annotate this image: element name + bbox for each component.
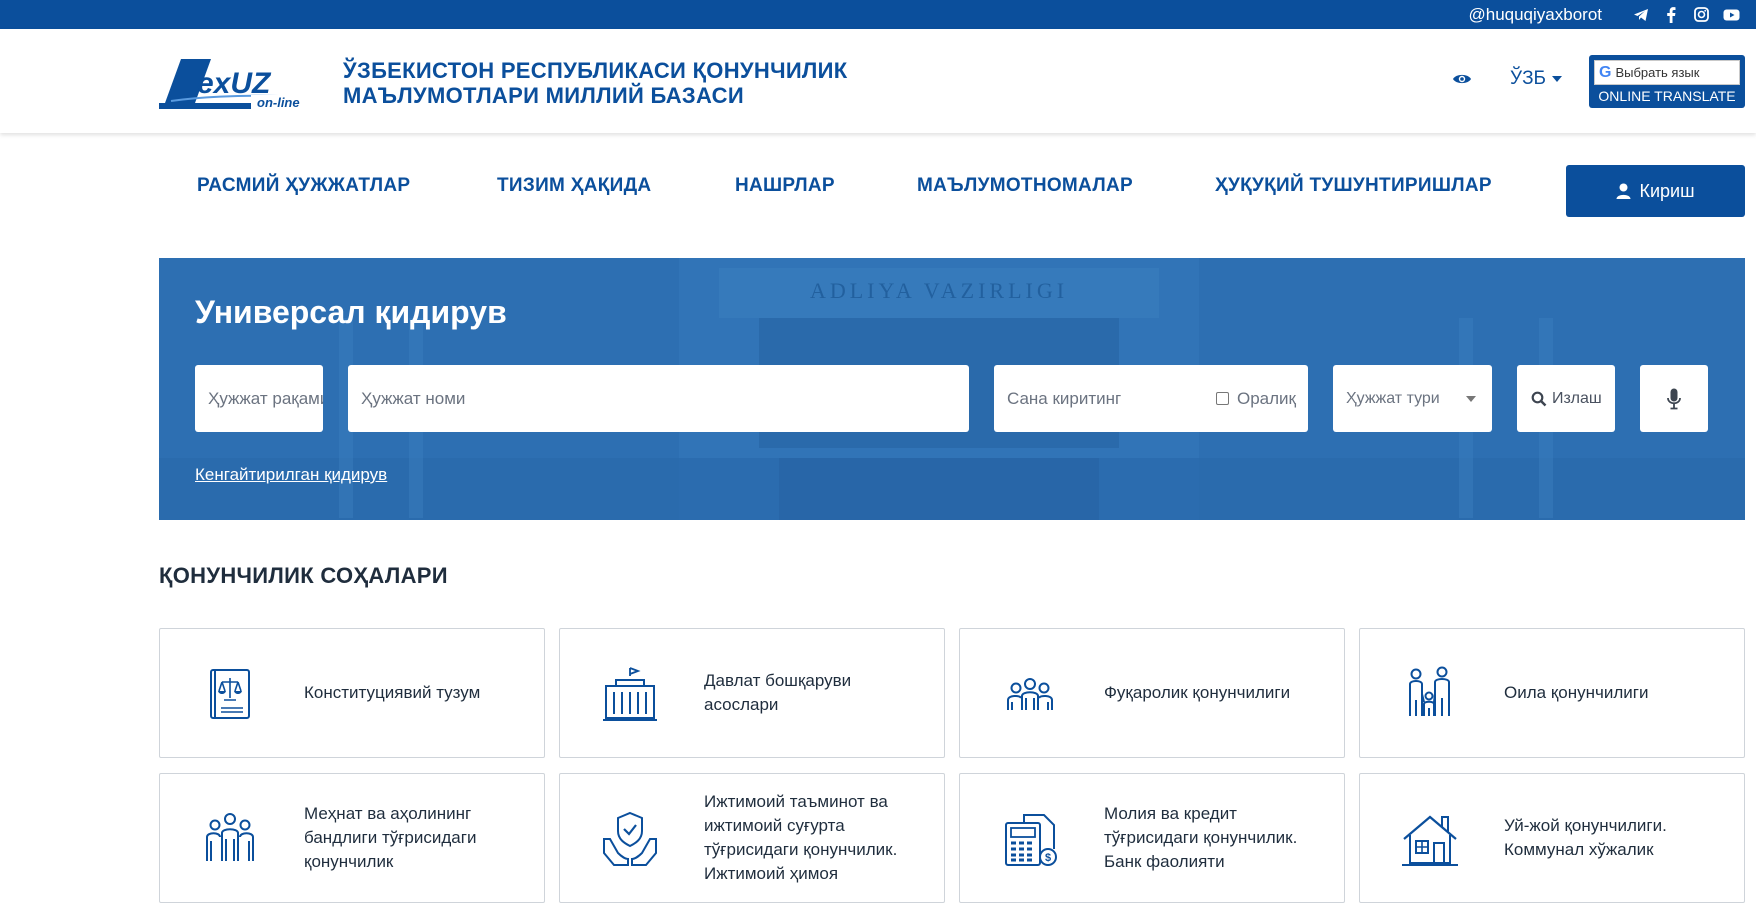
workers-icon bbox=[206, 813, 254, 861]
category-card-finance[interactable]: $ Молия ва кредит тўғрисидаги қонунчилик… bbox=[959, 773, 1345, 903]
range-label: Оралиқ bbox=[1237, 388, 1296, 408]
site-title-line1: ЎЗБЕКИСТОН РЕСПУБЛИКАСИ ҚОНУНЧИЛИК bbox=[343, 58, 848, 83]
chevron-down-icon bbox=[1552, 75, 1563, 82]
search-icon bbox=[1531, 391, 1547, 406]
facebook-icon[interactable] bbox=[1662, 6, 1680, 24]
lexuz-logo[interactable]: exUZ on-line bbox=[159, 57, 327, 109]
caret-down-icon bbox=[1466, 395, 1476, 402]
svg-text:on-line: on-line bbox=[257, 95, 300, 109]
login-button[interactable]: Кириш bbox=[1566, 165, 1745, 217]
doc-name-placeholder: Ҳужжат номи bbox=[361, 388, 466, 408]
category-label: Давлат бошқаруви асослари bbox=[704, 671, 852, 714]
online-translate-widget[interactable]: G Выбрать язык ONLINE TRANSLATE bbox=[1589, 55, 1745, 108]
advanced-search-link[interactable]: Кенгайтирилган қидирув bbox=[195, 465, 387, 485]
category-card-civil[interactable]: Фуқаролик қонунчилиги bbox=[959, 628, 1345, 758]
finance-calculator-icon: $ bbox=[1005, 814, 1057, 866]
doc-number-placeholder: Ҳужжат рақами bbox=[208, 388, 323, 408]
eye-icon[interactable] bbox=[1452, 72, 1472, 86]
nav-item-references[interactable]: МАЪЛУМОТНОМАЛАР bbox=[917, 175, 1133, 197]
category-card-housing[interactable]: Уй-жой қонунчилиги. Коммунал хўжалик bbox=[1359, 773, 1745, 903]
range-checkbox[interactable]: Оралиқ bbox=[1216, 389, 1296, 409]
doc-type-label: Ҳужжат тури bbox=[1346, 389, 1440, 407]
social-protection-icon bbox=[603, 811, 657, 866]
date-input[interactable]: Сана киритинг Оралиқ bbox=[994, 365, 1308, 432]
login-label: Кириш bbox=[1639, 180, 1695, 201]
category-card-labor[interactable]: Меҳнат ва аҳолининг бандлиги тўғрисидаги… bbox=[159, 773, 545, 903]
category-label: Меҳнат ва аҳолининг бандлиги тўғрисидаги… bbox=[304, 804, 477, 871]
youtube-icon[interactable] bbox=[1722, 6, 1740, 24]
translate-language-select[interactable]: G Выбрать язык bbox=[1594, 60, 1740, 85]
date-placeholder: Сана киритинг bbox=[1007, 388, 1122, 408]
nav-item-official-documents[interactable]: РАСМИЙ ҲУЖЖАТЛАР bbox=[197, 175, 410, 197]
category-card-social-security[interactable]: Ижтимоий таъминот ва ижтимоий суғурта тў… bbox=[559, 773, 945, 903]
category-label: Фуқаролик қонунчилиги bbox=[1104, 683, 1291, 702]
site-title: ЎЗБЕКИСТОН РЕСПУБЛИКАСИ ҚОНУНЧИЛИК МАЪЛУ… bbox=[343, 58, 848, 108]
main-nav: РАСМИЙ ҲУЖЖАТЛАР ТИЗИМ ҲАҚИДА НАШРЛАР МА… bbox=[0, 165, 1756, 225]
microphone-icon bbox=[1667, 388, 1681, 409]
category-card-family[interactable]: Оила қонунчилиги bbox=[1359, 628, 1745, 758]
language-selector[interactable]: ЎЗБ bbox=[1510, 68, 1563, 90]
instagram-icon[interactable] bbox=[1692, 6, 1710, 24]
nav-item-legal-explanations[interactable]: ҲУҚУҚИЙ ТУШУНТИРИШЛАР bbox=[1215, 175, 1492, 197]
svg-text:$: $ bbox=[1045, 852, 1051, 864]
translate-label: ONLINE TRANSLATE bbox=[1598, 88, 1736, 104]
category-label: Конституциявий тузум bbox=[304, 683, 481, 702]
site-title-line2: МАЪЛУМОТЛАРИ МИЛЛИЙ БАЗАСИ bbox=[343, 83, 744, 108]
universal-search-panel: ADLIYA VAZIRLIGI Универсал қидирув Ҳужжа… bbox=[159, 258, 1745, 520]
government-building-icon bbox=[603, 667, 657, 721]
category-label: Оила қонунчилиги bbox=[1504, 683, 1649, 702]
checkbox-icon[interactable] bbox=[1216, 392, 1229, 405]
nav-item-about-system[interactable]: ТИЗИМ ҲАҚИДА bbox=[497, 175, 651, 197]
translate-select-label: Выбрать язык bbox=[1615, 65, 1700, 80]
nav-item-publications[interactable]: НАШРЛАР bbox=[735, 175, 835, 197]
doc-name-input[interactable]: Ҳужжат номи bbox=[348, 365, 969, 432]
constitution-book-icon bbox=[210, 669, 250, 719]
category-card-government[interactable]: Давлат бошқаруви асослари bbox=[559, 628, 945, 758]
search-button[interactable]: Излаш bbox=[1517, 365, 1615, 432]
voice-search-button[interactable] bbox=[1640, 365, 1708, 432]
site-header: exUZ on-line ЎЗБЕКИСТОН РЕСПУБЛИКАСИ ҚОН… bbox=[0, 29, 1756, 133]
search-title: Универсал қидирув bbox=[195, 294, 507, 330]
section-title: ҚОНУНЧИЛИК СОҲАЛАРИ bbox=[159, 563, 448, 588]
telegram-icon[interactable] bbox=[1632, 6, 1650, 24]
social-handle[interactable]: @huquqiyaxborot bbox=[1468, 5, 1602, 25]
google-icon: G bbox=[1599, 63, 1612, 81]
doc-number-input[interactable]: Ҳужжат рақами bbox=[195, 365, 323, 432]
housing-icon bbox=[1402, 815, 1458, 866]
category-label: Ижтимоий таъминот ва ижтимоий суғурта тў… bbox=[704, 792, 898, 883]
top-bar: @huquqiyaxborot bbox=[0, 0, 1756, 29]
doc-type-select[interactable]: Ҳужжат тури bbox=[1333, 365, 1492, 432]
user-icon bbox=[1616, 183, 1631, 199]
family-icon bbox=[1409, 666, 1450, 716]
citizens-group-icon bbox=[1007, 678, 1053, 710]
language-label: ЎЗБ bbox=[1510, 68, 1547, 89]
category-label: Уй-жой қонунчилиги. Коммунал хўжалик bbox=[1504, 816, 1667, 859]
category-label: Молия ва кредит тўғрисидаги қонунчилик. … bbox=[1104, 804, 1298, 871]
search-button-label: Излаш bbox=[1552, 389, 1602, 407]
svg-text:ADLIYA VAZIRLIGI: ADLIYA VAZIRLIGI bbox=[810, 278, 1068, 303]
category-card-constitution[interactable]: Конституциявий тузум bbox=[159, 628, 545, 758]
